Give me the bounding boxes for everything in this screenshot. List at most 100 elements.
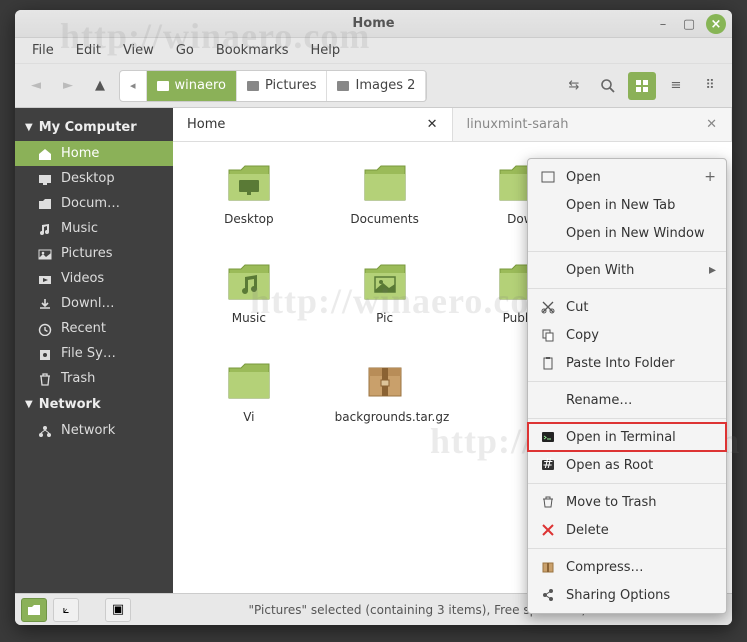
folder-music-icon — [225, 259, 273, 307]
pictures-icon — [37, 247, 53, 261]
sidebar-item-downl[interactable]: Downl… — [15, 291, 173, 316]
menu-bookmarks[interactable]: Bookmarks — [207, 40, 298, 61]
context-menu: Open+Open in New TabOpen in New Window Op… — [527, 158, 727, 614]
ctx-rename-[interactable]: Rename… — [528, 386, 726, 414]
compact-view-button[interactable]: ⠿ — [696, 72, 724, 100]
sidebar-item-filesy[interactable]: File Sy… — [15, 341, 173, 366]
ctx-open-in-new-tab[interactable]: Open in New Tab — [528, 191, 726, 219]
back-button[interactable]: ◄ — [23, 72, 49, 100]
tab[interactable]: Home✕ — [173, 108, 453, 141]
ctx-move-to-trash[interactable]: Move to Trash — [528, 488, 726, 516]
trash-icon — [37, 372, 53, 386]
menu-view[interactable]: View — [114, 40, 163, 61]
videos-icon — [37, 272, 53, 286]
ctx-copy[interactable]: Copy — [528, 321, 726, 349]
minimize-button[interactable]: – — [654, 15, 672, 33]
sidebar-section-header[interactable]: ▼My Computer — [15, 114, 173, 141]
sidebar-section-header[interactable]: ▼Network — [15, 391, 173, 418]
tab-close-icon[interactable]: ✕ — [427, 117, 438, 132]
menu-help[interactable]: Help — [301, 40, 349, 61]
file-item[interactable]: Pic — [319, 253, 451, 348]
path-segment[interactable]: Pictures — [237, 71, 327, 101]
blank-icon — [540, 197, 556, 213]
window-controls: – ▢ × — [654, 14, 726, 34]
sidebar-item-recent[interactable]: Recent — [15, 316, 173, 341]
sidebar-item-docum[interactable]: Docum… — [15, 191, 173, 216]
desktop-icon — [37, 172, 53, 186]
sidebar-item-music[interactable]: Music — [15, 216, 173, 241]
maximize-button[interactable]: ▢ — [680, 15, 698, 33]
forward-button[interactable]: ► — [55, 72, 81, 100]
tab[interactable]: linuxmint-sarah✕ — [453, 108, 733, 141]
separator — [528, 483, 726, 484]
menu-edit[interactable]: Edit — [67, 40, 110, 61]
ctx-open-with[interactable]: Open With▸ — [528, 256, 726, 284]
file-item[interactable]: Vi — [183, 352, 315, 447]
folder-icon — [37, 197, 53, 211]
ctx-open-in-new-window[interactable]: Open in New Window — [528, 219, 726, 247]
submenu-indicator: + — [704, 169, 716, 185]
path-bar: ◂winaeroPicturesImages 2 — [119, 70, 427, 102]
file-item[interactable]: Documents — [319, 154, 451, 249]
blank-icon — [540, 225, 556, 241]
path-segment[interactable]: winaero — [147, 71, 237, 101]
menu-file[interactable]: File — [23, 40, 63, 61]
terminal-icon — [540, 429, 556, 445]
list-view-button[interactable]: ≡ — [662, 72, 690, 100]
folder-pictures-icon — [361, 259, 409, 307]
window-title: Home — [352, 16, 394, 31]
path-segment[interactable]: Images 2 — [327, 71, 426, 101]
ctx-delete[interactable]: Delete — [528, 516, 726, 544]
ctx-open-in-terminal[interactable]: Open in Terminal — [528, 423, 726, 451]
tab-close-icon[interactable]: ✕ — [706, 117, 717, 132]
ctx-sharing-options[interactable]: Sharing Options — [528, 581, 726, 609]
delete-icon — [540, 522, 556, 538]
sidebar-item-home[interactable]: Home — [15, 141, 173, 166]
blank-icon — [540, 262, 556, 278]
archive-icon — [363, 358, 407, 406]
svg-text:#: # — [543, 457, 554, 472]
network-icon — [37, 424, 53, 438]
ctx-open-as-root[interactable]: #Open as Root — [528, 451, 726, 479]
show-hidden-button[interactable]: ▣ — [105, 598, 131, 622]
menubar: FileEditViewGoBookmarksHelp — [15, 38, 732, 64]
open-icon — [540, 169, 556, 185]
ctx-open[interactable]: Open+ — [528, 163, 726, 191]
blank-icon — [540, 392, 556, 408]
icon-view-button[interactable] — [628, 72, 656, 100]
menu-go[interactable]: Go — [167, 40, 203, 61]
sidebar-item-videos[interactable]: Videos — [15, 266, 173, 291]
ctx-cut[interactable]: Cut — [528, 293, 726, 321]
up-button[interactable]: ▲ — [87, 72, 113, 100]
separator — [528, 548, 726, 549]
separator — [528, 381, 726, 382]
folder-icon — [225, 358, 273, 406]
file-item[interactable]: Music — [183, 253, 315, 348]
close-button[interactable]: × — [706, 14, 726, 34]
music-icon — [37, 222, 53, 236]
ctx-paste-into-folder[interactable]: Paste Into Folder — [528, 349, 726, 377]
root-icon: # — [540, 457, 556, 473]
toggle-location-icon[interactable]: ⇆ — [560, 72, 588, 100]
file-item[interactable]: backgrounds.tar.gz — [319, 352, 451, 447]
trash-icon — [540, 494, 556, 510]
copy-icon — [540, 327, 556, 343]
compress-icon — [540, 559, 556, 575]
sidebar-item-network[interactable]: Network — [15, 418, 173, 443]
file-item[interactable]: Desktop — [183, 154, 315, 249]
home-icon — [37, 147, 53, 161]
sidebar-item-trash[interactable]: Trash — [15, 366, 173, 391]
separator — [528, 251, 726, 252]
share-icon — [540, 587, 556, 603]
ctx-compress-[interactable]: Compress… — [528, 553, 726, 581]
tree-toggle-button[interactable]: ⟀ — [53, 598, 79, 622]
places-toggle-button[interactable] — [21, 598, 47, 622]
search-icon[interactable] — [594, 72, 622, 100]
path-segment[interactable]: ◂ — [120, 71, 147, 101]
titlebar[interactable]: Home – ▢ × — [15, 10, 732, 38]
sidebar-item-desktop[interactable]: Desktop — [15, 166, 173, 191]
toolbar: ◄ ► ▲ ◂winaeroPicturesImages 2 ⇆ ≡ ⠿ — [15, 64, 732, 108]
sidebar-item-pictures[interactable]: Pictures — [15, 241, 173, 266]
disk-icon — [37, 347, 53, 361]
separator — [528, 288, 726, 289]
